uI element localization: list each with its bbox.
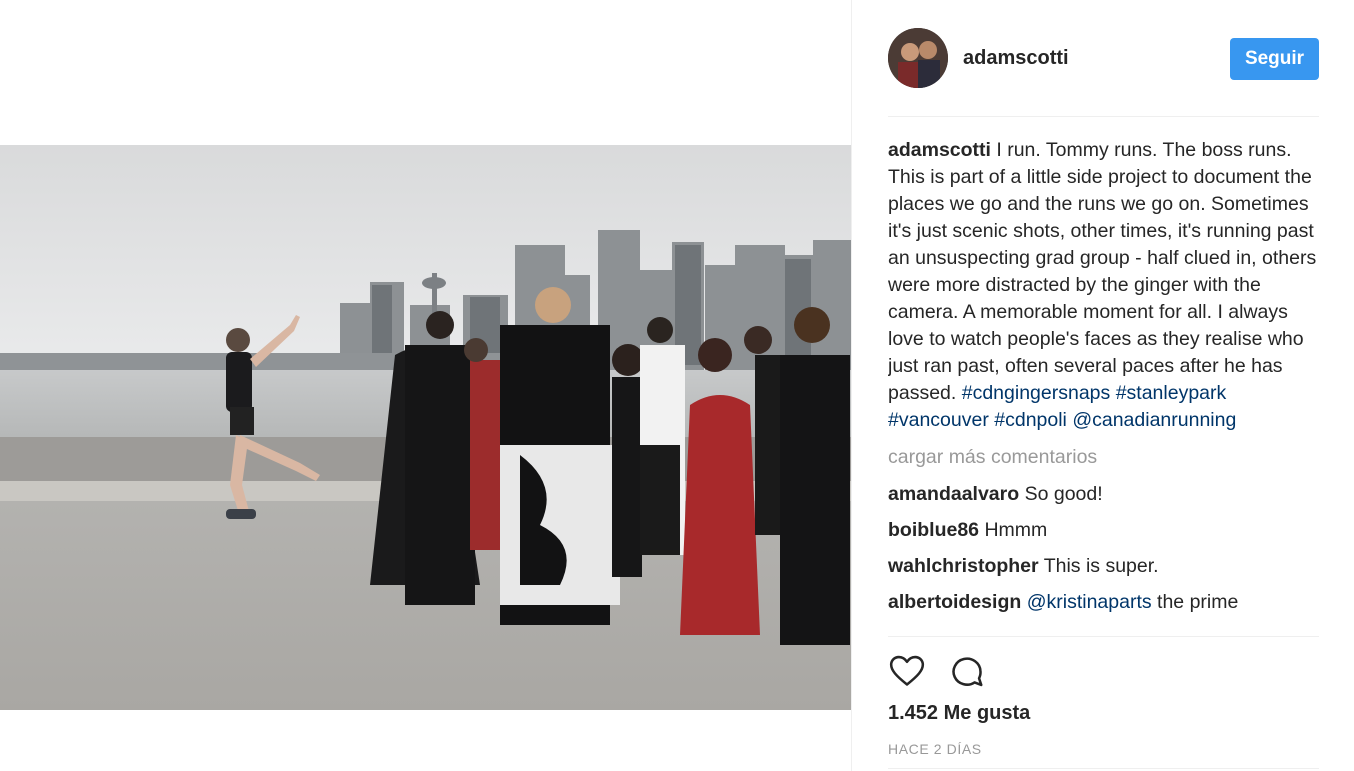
comment-bubble-icon[interactable] — [948, 652, 986, 690]
avatar-image — [888, 28, 948, 88]
post-header: adamscotti Seguir — [888, 28, 1319, 90]
comment-username[interactable]: wahlchristopher — [888, 555, 1039, 577]
hashtag-link[interactable]: #cdngingersnaps — [962, 382, 1111, 404]
caption: adamscotti I run. Tommy runs. The boss r… — [888, 137, 1319, 434]
post-photo-image — [0, 145, 851, 710]
hashtag-link[interactable]: #stanleypark — [1116, 382, 1227, 404]
mention-link[interactable]: @canadianrunning — [1072, 409, 1236, 431]
comment-item: albertoidesign @kristinaparts the prime — [888, 589, 1319, 616]
likes-count[interactable]: 1.452 Me gusta — [888, 702, 1030, 725]
comment-text: the prime — [1157, 591, 1239, 613]
caption-username[interactable]: adamscotti — [888, 139, 991, 161]
comment-username[interactable]: amandaalvaro — [888, 483, 1019, 505]
post-timestamp: HACE 2 DÍAS — [888, 741, 982, 757]
avatar[interactable] — [888, 28, 948, 88]
comment-item: boiblue86 Hmmm — [888, 517, 1319, 544]
caption-text: I run. Tommy runs. The boss runs. This i… — [888, 139, 1317, 404]
comment-item: amandaalvaro So good! — [888, 481, 1319, 508]
load-more-comments-link[interactable]: cargar más comentarios — [888, 444, 1319, 471]
media-pane — [0, 0, 851, 771]
hashtag-link[interactable]: #vancouver — [888, 409, 989, 431]
heart-icon[interactable] — [888, 652, 926, 690]
post-photo[interactable] — [0, 145, 851, 710]
follow-button[interactable]: Seguir — [1230, 38, 1319, 80]
mention-link[interactable]: @kristinaparts — [1027, 591, 1152, 613]
comment-username[interactable]: albertoidesign — [888, 591, 1021, 613]
comment-item: wahlchristopher This is super. — [888, 553, 1319, 580]
bottom-divider — [888, 768, 1319, 769]
comment-text: Hmmm — [984, 519, 1048, 541]
comment-username[interactable]: boiblue86 — [888, 519, 979, 541]
post-actions — [888, 652, 1319, 692]
header-divider — [888, 116, 1319, 117]
actions-divider — [888, 636, 1319, 637]
comment-text: So good! — [1024, 483, 1103, 505]
header-username[interactable]: adamscotti — [963, 47, 1069, 70]
hashtag-link[interactable]: #cdnpoli — [994, 409, 1067, 431]
post-sidebar: adamscotti Seguir adamscotti I run. Tomm… — [851, 0, 1354, 771]
comment-text: This is super. — [1043, 555, 1159, 577]
comments-list[interactable]: adamscotti I run. Tommy runs. The boss r… — [888, 137, 1319, 635]
